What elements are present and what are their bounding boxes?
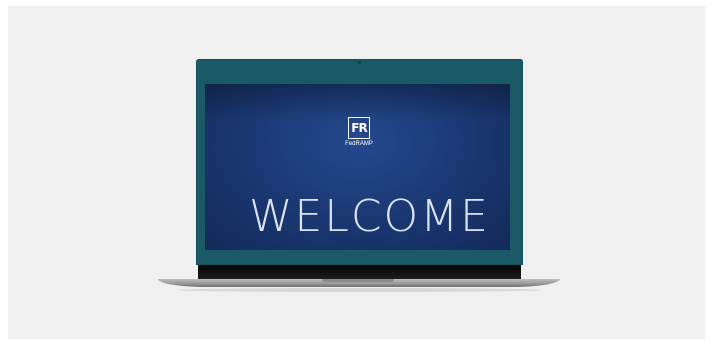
logo-letters: FR xyxy=(351,121,367,135)
laptop-screen: FR FedRAMP WELCOME xyxy=(205,84,510,250)
laptop-shadow xyxy=(176,288,542,292)
fedramp-logo-icon: FR xyxy=(348,117,370,139)
laptop-open-notch xyxy=(322,279,394,282)
webcam-icon xyxy=(358,61,361,64)
logo-caption: FedRAMP xyxy=(345,141,373,147)
welcome-headline: WELCOME xyxy=(249,191,490,242)
laptop-bezel-bottom xyxy=(198,265,521,279)
laptop-lid: FR FedRAMP WELCOME xyxy=(196,59,523,265)
